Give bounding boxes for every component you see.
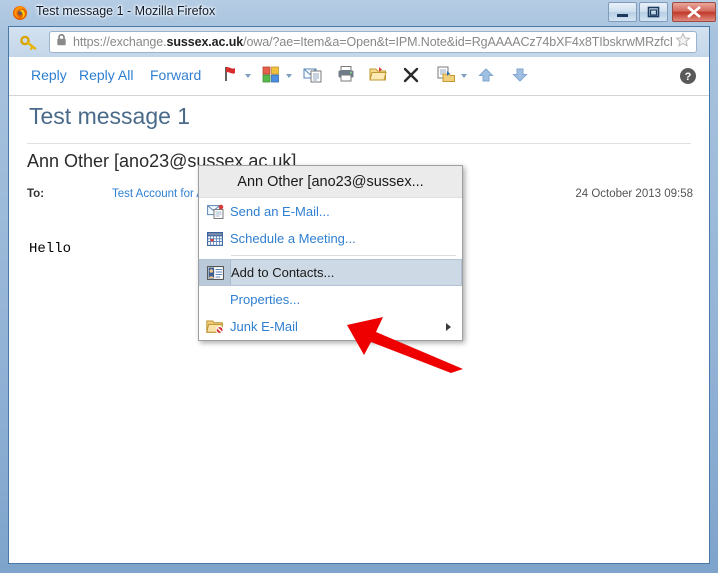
- categorize-icon[interactable]: [262, 65, 280, 88]
- next-down-arrow-icon[interactable]: [512, 68, 528, 87]
- move-copy-icon[interactable]: [303, 65, 323, 88]
- message-date: 24 October 2013 09:58: [575, 188, 693, 200]
- reply-all-button[interactable]: Reply All: [79, 67, 133, 83]
- key-icon[interactable]: [20, 34, 38, 50]
- close-button[interactable]: [672, 2, 716, 22]
- url-domain: sussex.ac.uk: [166, 35, 244, 49]
- delete-x-icon[interactable]: [403, 67, 419, 88]
- header-divider: [27, 143, 691, 144]
- previous-up-arrow-icon[interactable]: [478, 68, 494, 87]
- page-title: Test message 1: [29, 103, 191, 129]
- forward-button[interactable]: Forward: [150, 67, 201, 83]
- maximize-button[interactable]: [639, 2, 668, 22]
- message-body: Hello: [29, 241, 72, 257]
- firefox-logo-icon: [12, 5, 28, 21]
- url-prefix: https://exchange.: [73, 35, 167, 49]
- flag-icon[interactable]: [221, 65, 239, 88]
- menu-item-label: Junk E-Mail: [230, 319, 298, 334]
- menu-item-label: Add to Contacts...: [231, 265, 335, 280]
- window-title: Test message 1 - Mozilla Firefox: [36, 4, 216, 18]
- flag-dropdown-caret-icon[interactable]: [245, 74, 251, 78]
- submenu-arrow-icon: [446, 322, 451, 331]
- calendar-icon: [200, 231, 230, 246]
- menu-item-add-to-contacts[interactable]: Add to Contacts...: [199, 259, 462, 286]
- open-folder-icon[interactable]: [369, 65, 388, 88]
- context-menu-header: Ann Other [ano23@sussex...: [199, 166, 462, 198]
- menu-separator: [231, 255, 456, 256]
- url-bar[interactable]: https://exchange.sussex.ac.uk/owa/?ae=It…: [49, 31, 697, 53]
- to-label: To:: [27, 188, 45, 200]
- url-text: https://exchange.sussex.ac.uk/owa/?ae=It…: [73, 35, 672, 49]
- bookmark-star-icon[interactable]: [675, 32, 691, 52]
- print-icon[interactable]: [337, 65, 355, 88]
- categorize-dropdown-caret-icon[interactable]: [286, 74, 292, 78]
- url-suffix: /owa/?ae=Item&a=Open&t=IPM.Note&id=RgAAA…: [243, 35, 672, 49]
- move-to-folder-caret-icon[interactable]: [461, 74, 467, 78]
- menu-item-properties[interactable]: Properties...: [199, 286, 462, 313]
- navigation-toolbar: https://exchange.sussex.ac.uk/owa/?ae=It…: [9, 27, 709, 57]
- contact-card-icon: [200, 260, 231, 285]
- move-to-folder-icon[interactable]: [437, 65, 456, 88]
- reply-button[interactable]: Reply: [31, 67, 67, 83]
- title-bar: Test message 1 - Mozilla Firefox: [0, 0, 718, 26]
- menu-item-schedule-a-meeting[interactable]: Schedule a Meeting...: [199, 225, 462, 252]
- page-content: Reply Reply All Forward ? Test message 1…: [9, 57, 709, 563]
- to-recipient[interactable]: Test Account for A: [112, 188, 204, 200]
- menu-item-label: Send an E-Mail...: [230, 204, 330, 219]
- minimize-button[interactable]: [608, 2, 637, 22]
- context-menu: Ann Other [ano23@sussex... Send an E-Mai…: [198, 165, 463, 341]
- padlock-icon: [56, 33, 67, 51]
- browser-window: Test message 1 - Mozilla Firefox https:/…: [0, 0, 718, 573]
- send-email-icon: [200, 204, 230, 219]
- menu-item-junk-email[interactable]: Junk E-Mail: [199, 313, 462, 340]
- menu-item-send-an-email[interactable]: Send an E-Mail...: [199, 198, 462, 225]
- junk-folder-icon: [200, 319, 230, 334]
- help-question-icon[interactable]: ?: [679, 67, 697, 90]
- menu-item-label: Schedule a Meeting...: [230, 231, 356, 246]
- owa-toolbar: Reply Reply All Forward ?: [9, 57, 709, 96]
- menu-item-label: Properties...: [230, 292, 301, 307]
- svg-text:?: ?: [685, 71, 692, 83]
